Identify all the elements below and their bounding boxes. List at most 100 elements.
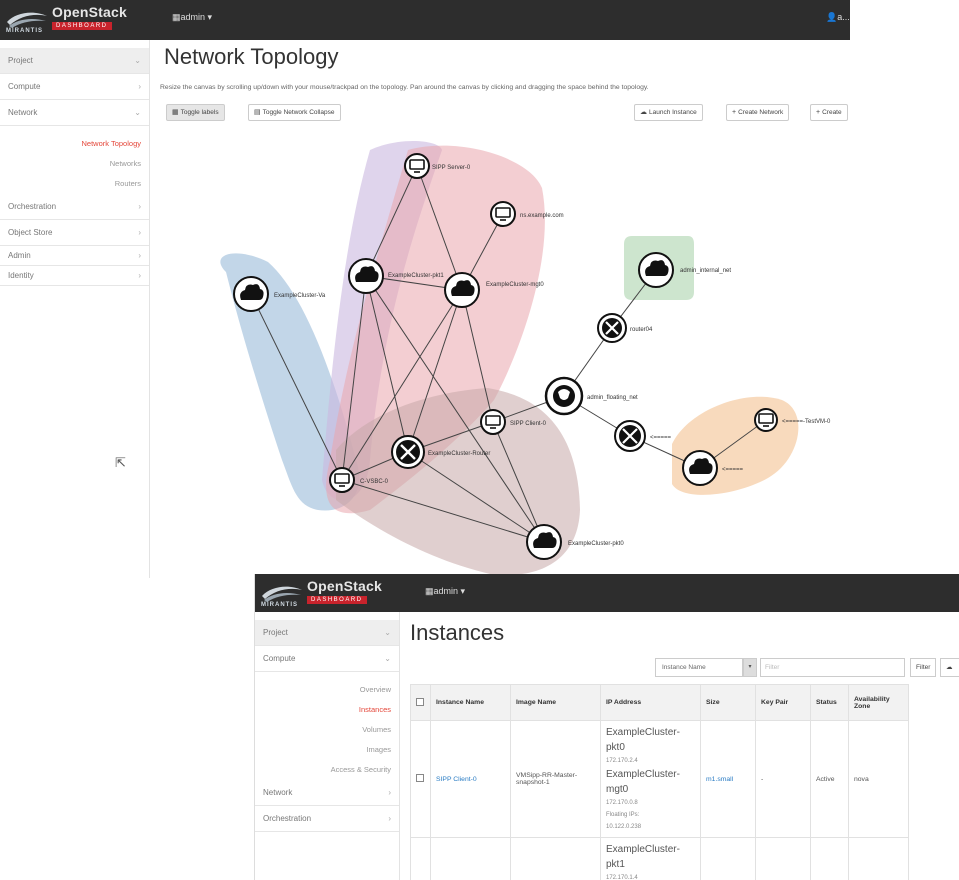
svg-text:ns.example.com: ns.example.com xyxy=(520,213,564,219)
key-pair: - xyxy=(755,720,811,838)
col-instance-name[interactable]: Instance Name xyxy=(430,684,511,721)
main-content: Network Topology Resize the canvas by sc… xyxy=(160,40,850,578)
svg-text:admin_internal_net: admin_internal_net xyxy=(680,268,731,274)
filter-button[interactable]: Filter xyxy=(910,658,937,677)
svg-text:SIPP Client-0: SIPP Client-0 xyxy=(510,421,547,427)
svg-text:C-VSBC-0: C-VSBC-0 xyxy=(360,479,389,485)
table-row: ExampleCluster-pkt1 172.170.1.4 xyxy=(410,837,909,880)
chevron-right-icon: › xyxy=(138,228,141,237)
brand-corp: MIRANTIS xyxy=(6,28,43,34)
svg-text:ExampleCluster-Router: ExampleCluster-Router xyxy=(428,451,490,457)
user-icon: 👤 xyxy=(826,12,838,22)
mirantis-swoosh-icon xyxy=(262,586,302,602)
svg-text:router04: router04 xyxy=(630,327,653,333)
user-dropdown[interactable]: 👤a... xyxy=(826,12,850,23)
brand-name: OpenStack xyxy=(52,4,127,20)
col-size[interactable]: Size xyxy=(700,684,756,721)
sidebar-item-project[interactable]: Project ⌄ xyxy=(255,620,399,646)
chevron-right-icon: › xyxy=(138,251,141,260)
brand-name: OpenStack xyxy=(307,578,382,594)
sidebar-item-overview[interactable]: Overview xyxy=(255,680,399,700)
svg-text:ExampleCluster-Va: ExampleCluster-Va xyxy=(274,293,326,299)
svg-text:ExampleCluster-pkt0: ExampleCluster-pkt0 xyxy=(568,541,624,547)
grid-icon: ▦ xyxy=(172,12,181,22)
svg-text:admin_floating_net: admin_floating_net xyxy=(587,395,638,401)
filter-input[interactable]: Filter xyxy=(760,658,905,677)
sidebar-item-project[interactable]: Project ⌄ xyxy=(0,48,149,74)
svg-text:<=====: <===== xyxy=(650,435,672,441)
row-select-cell xyxy=(410,720,431,838)
ip-address-cell: ExampleCluster-pkt0 172.170.2.4 ExampleC… xyxy=(600,720,701,838)
sidebar-item-images[interactable]: Images xyxy=(255,740,399,760)
sidebar-item-compute[interactable]: Compute ⌄ xyxy=(255,646,399,672)
sidebar-item-admin[interactable]: Admin › xyxy=(0,246,149,266)
svg-text:<=====: <===== xyxy=(722,467,744,473)
table-header-row: Instance Name Image Name IP Address Size… xyxy=(410,684,909,721)
ip-address-cell: ExampleCluster-pkt1 172.170.1.4 xyxy=(600,837,701,880)
chevron-right-icon: › xyxy=(388,814,391,823)
sidebar: Project ⌄ Compute ⌄ Overview Instances Vol… xyxy=(255,612,400,880)
sidebar-item-volumes[interactable]: Volumes xyxy=(255,720,399,740)
flavor-link[interactable]: m1.small xyxy=(706,776,733,783)
chevron-right-icon: › xyxy=(138,202,141,211)
brand-sub: DASHBOARD xyxy=(52,22,112,30)
sidebar-item-access-security[interactable]: Access & Security xyxy=(255,760,399,780)
sidebar: Project ⌄ Compute › Network ⌄ Network Topol… xyxy=(0,40,150,578)
sidebar-item-instances[interactable]: Instances xyxy=(255,700,399,720)
chevron-down-icon: ⌄ xyxy=(134,56,141,65)
router-node-x[interactable]: <===== xyxy=(614,420,672,452)
instances-screenshot: OpenStack DASHBOARD MIRANTIS ▦admin ▾ Pr… xyxy=(254,574,959,880)
svg-text:SIPP Server-0: SIPP Server-0 xyxy=(432,165,471,171)
grid-icon: ▦ xyxy=(425,586,434,596)
row-checkbox[interactable] xyxy=(416,774,424,782)
topology-canvas[interactable]: SIPP Server-0 ns.example.com ExampleClus… xyxy=(160,40,850,578)
col-availability-zone[interactable]: Availability Zone xyxy=(848,684,909,721)
top-navbar: OpenStack DASHBOARD MIRANTIS ▦admin ▾ 👤a… xyxy=(0,0,850,40)
instance-name-link[interactable]: SIPP Client-0 xyxy=(436,776,477,783)
launch-instance-button[interactable]: ☁ xyxy=(940,658,959,677)
project-dropdown[interactable]: ▦admin ▾ xyxy=(425,586,465,597)
availability-zone: nova xyxy=(848,720,909,838)
mirantis-swoosh-icon xyxy=(7,12,47,28)
brand-corp: MIRANTIS xyxy=(261,602,298,608)
sidebar-item-networks[interactable]: Networks xyxy=(0,154,149,174)
mouse-cursor-icon: ⇱ xyxy=(115,455,126,470)
col-key-pair[interactable]: Key Pair xyxy=(755,684,811,721)
select-all-checkbox[interactable] xyxy=(416,697,424,706)
chevron-down-icon: ⌄ xyxy=(134,108,141,117)
network-node-admin-floating[interactable]: admin_floating_net xyxy=(544,376,638,416)
chevron-down-icon: ⌄ xyxy=(384,628,391,637)
sidebar-item-compute[interactable]: Compute › xyxy=(0,74,149,100)
sidebar-item-identity[interactable]: Identity › xyxy=(0,266,149,286)
filter-field-select[interactable]: Instance Name xyxy=(655,658,743,677)
project-dropdown[interactable]: ▦admin ▾ xyxy=(172,12,212,23)
col-image-name[interactable]: Image Name xyxy=(510,684,601,721)
sidebar-item-network[interactable]: Network › xyxy=(255,780,399,806)
status: Active xyxy=(810,720,849,838)
image-name: VMSipp-RR-Master-snapshot-1 xyxy=(510,720,601,838)
chevron-right-icon: › xyxy=(138,271,141,280)
sidebar-item-orchestration[interactable]: Orchestration › xyxy=(0,194,149,220)
svg-text:ExampleCluster-pkt1: ExampleCluster-pkt1 xyxy=(388,273,444,279)
sidebar-item-orchestration[interactable]: Orchestration › xyxy=(255,806,399,832)
sidebar-item-object-store[interactable]: Object Store › xyxy=(0,220,149,246)
instances-table: Instance Name Image Name IP Address Size… xyxy=(410,684,909,880)
table-row: SIPP Client-0 VMSipp-RR-Master-snapshot-… xyxy=(410,720,909,838)
sidebar-item-routers[interactable]: Routers xyxy=(0,174,149,194)
col-status[interactable]: Status xyxy=(810,684,849,721)
top-navbar: OpenStack DASHBOARD MIRANTIS ▦admin ▾ xyxy=(255,574,959,612)
col-ip-address[interactable]: IP Address xyxy=(600,684,701,721)
sidebar-item-network[interactable]: Network ⌄ xyxy=(0,100,149,126)
brand-sub: DASHBOARD xyxy=(307,596,367,604)
main-content: Instances Instance Name ▾ Filter Filter … xyxy=(410,612,959,880)
sidebar-item-network-topology[interactable]: Network Topology xyxy=(0,134,149,154)
page-title: Instances xyxy=(410,620,505,645)
chevron-down-icon: ⌄ xyxy=(384,654,391,663)
select-all-cell xyxy=(410,684,431,721)
openstack-logo[interactable]: OpenStack DASHBOARD MIRANTIS xyxy=(261,578,401,610)
chevron-down-icon[interactable]: ▾ xyxy=(743,658,757,677)
openstack-logo[interactable]: OpenStack DASHBOARD MIRANTIS xyxy=(6,4,146,36)
network-topology-screenshot: OpenStack DASHBOARD MIRANTIS ▦admin ▾ 👤a… xyxy=(0,0,850,578)
router-node-router04[interactable]: router04 xyxy=(597,313,653,343)
chevron-right-icon: › xyxy=(388,788,391,797)
